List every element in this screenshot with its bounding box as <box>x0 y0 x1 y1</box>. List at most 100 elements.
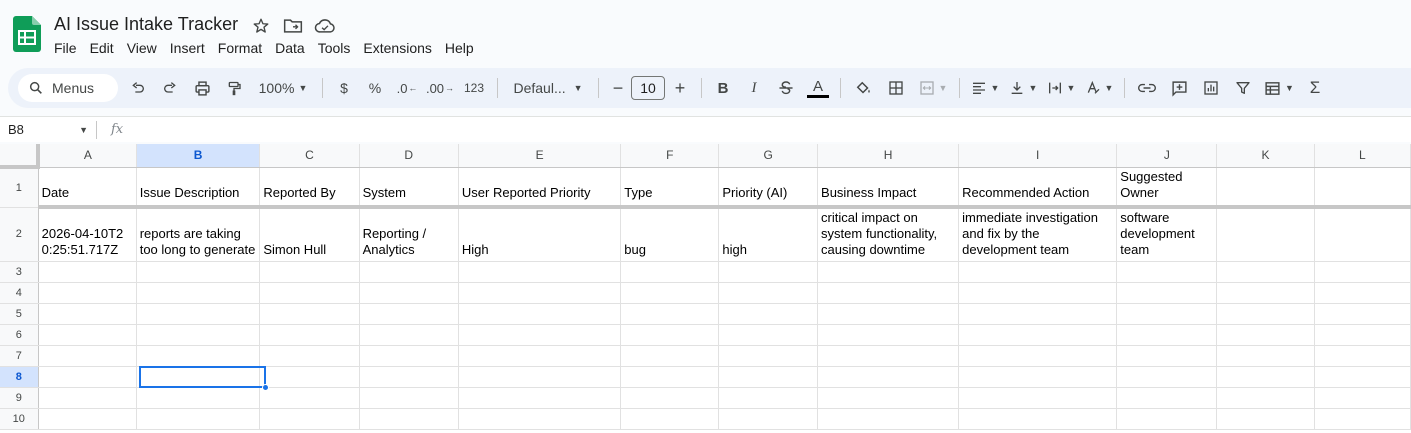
cell[interactable] <box>1216 324 1315 346</box>
zoom-select[interactable]: 100% ▼ <box>250 74 316 102</box>
cell[interactable] <box>718 387 819 409</box>
column-header[interactable]: A <box>38 144 137 168</box>
cell[interactable]: Business Impact <box>817 167 960 209</box>
cell[interactable] <box>718 303 819 325</box>
cell[interactable] <box>1314 408 1411 430</box>
percent-format-button[interactable]: % <box>359 74 391 102</box>
menu-view[interactable]: View <box>127 40 163 56</box>
currency-format-button[interactable]: $ <box>329 74 359 102</box>
cell[interactable]: immediate investigation and fix by the d… <box>958 207 1118 262</box>
formula-input[interactable] <box>133 117 1411 143</box>
cell[interactable] <box>1216 408 1315 430</box>
text-wrapping-button[interactable]: ▼ <box>1042 74 1080 102</box>
cell[interactable] <box>958 345 1118 367</box>
cell[interactable] <box>458 366 622 388</box>
cell[interactable] <box>958 282 1118 304</box>
cell[interactable] <box>38 366 137 388</box>
cell[interactable] <box>958 366 1118 388</box>
column-header[interactable]: C <box>259 144 360 168</box>
cell[interactable] <box>38 324 137 346</box>
menu-tools[interactable]: Tools <box>318 40 357 56</box>
cell[interactable] <box>1314 387 1411 409</box>
filter-button[interactable] <box>1227 74 1259 102</box>
cell[interactable] <box>1216 303 1315 325</box>
cell[interactable]: critical impact on system functionality,… <box>817 207 960 262</box>
menu-data[interactable]: Data <box>275 40 311 56</box>
search-menus-button[interactable]: Menus <box>18 74 118 102</box>
cell[interactable]: 2026-04-10T20:25:51.717Z <box>38 207 137 262</box>
cell[interactable] <box>1116 345 1218 367</box>
cell[interactable] <box>1216 345 1315 367</box>
cell[interactable] <box>359 408 459 430</box>
cell[interactable] <box>958 303 1118 325</box>
sheets-logo-icon[interactable] <box>13 16 41 52</box>
cell[interactable]: Recommended Action <box>958 167 1118 209</box>
cell[interactable]: User Reported Priority <box>458 167 622 209</box>
column-header[interactable]: G <box>718 144 819 168</box>
cell[interactable] <box>458 345 622 367</box>
vertical-align-button[interactable]: ▼ <box>1004 74 1042 102</box>
merge-cells-button[interactable]: ▼ <box>913 74 953 102</box>
cell[interactable] <box>458 282 622 304</box>
select-all-corner[interactable] <box>0 144 41 169</box>
column-header[interactable]: F <box>620 144 720 168</box>
cell[interactable]: Issue Description <box>136 167 261 209</box>
cell[interactable] <box>136 303 261 325</box>
cell[interactable] <box>718 366 819 388</box>
cell[interactable] <box>817 282 960 304</box>
filter-views-button[interactable]: ▼ <box>1259 74 1299 102</box>
cell[interactable] <box>1116 408 1218 430</box>
cell[interactable] <box>359 261 459 283</box>
move-folder-icon[interactable] <box>282 16 304 36</box>
cell[interactable]: Reported By <box>259 167 360 209</box>
strikethrough-button[interactable] <box>770 74 802 102</box>
cell[interactable] <box>1314 324 1411 346</box>
font-size-input[interactable]: 10 <box>631 76 665 100</box>
cell[interactable] <box>38 345 137 367</box>
redo-button[interactable] <box>154 74 186 102</box>
row-header[interactable]: 9 <box>0 387 39 409</box>
cell[interactable] <box>1216 261 1315 283</box>
cell[interactable] <box>1116 387 1218 409</box>
font-family-select[interactable]: Defaul... ▼ <box>504 74 592 102</box>
column-header[interactable]: J <box>1116 144 1218 168</box>
cell[interactable]: Reporting / Analytics <box>359 207 459 262</box>
cell[interactable] <box>259 261 360 283</box>
cell[interactable] <box>1116 282 1218 304</box>
italic-button[interactable]: I <box>738 74 770 102</box>
more-formats-button[interactable]: 123 <box>457 74 491 102</box>
column-header[interactable]: D <box>359 144 459 168</box>
row-header[interactable]: 3 <box>0 261 39 283</box>
cell[interactable] <box>259 408 360 430</box>
increase-font-size-button[interactable]: + <box>665 74 695 102</box>
cell[interactable] <box>1314 261 1411 283</box>
cell[interactable] <box>359 366 459 388</box>
cell[interactable] <box>718 345 819 367</box>
menu-format[interactable]: Format <box>218 40 268 56</box>
cell[interactable]: high <box>718 207 819 262</box>
column-header[interactable]: I <box>958 144 1118 168</box>
menu-extensions[interactable]: Extensions <box>363 40 437 56</box>
cell[interactable] <box>38 408 137 430</box>
cell[interactable] <box>620 303 720 325</box>
print-button[interactable] <box>186 74 218 102</box>
cell[interactable] <box>1216 282 1315 304</box>
cell[interactable] <box>136 408 261 430</box>
row-header[interactable]: 2 <box>0 207 39 262</box>
cell[interactable] <box>1216 366 1315 388</box>
cell[interactable] <box>1314 303 1411 325</box>
column-header[interactable]: E <box>458 144 622 168</box>
menu-edit[interactable]: Edit <box>90 40 120 56</box>
increase-decimal-button[interactable]: .00 → <box>423 74 457 102</box>
insert-comment-button[interactable] <box>1163 74 1195 102</box>
cell[interactable]: Type <box>620 167 720 209</box>
name-box[interactable]: B8 ▼ <box>0 117 96 143</box>
document-title[interactable]: AI Issue Intake Tracker <box>54 14 238 35</box>
cell[interactable] <box>620 261 720 283</box>
column-header[interactable]: H <box>817 144 960 168</box>
cell[interactable]: reports are taking too long to generate <box>136 207 261 262</box>
column-header[interactable]: K <box>1216 144 1315 168</box>
cell[interactable] <box>359 324 459 346</box>
cell[interactable] <box>620 408 720 430</box>
cell[interactable] <box>1216 207 1315 262</box>
